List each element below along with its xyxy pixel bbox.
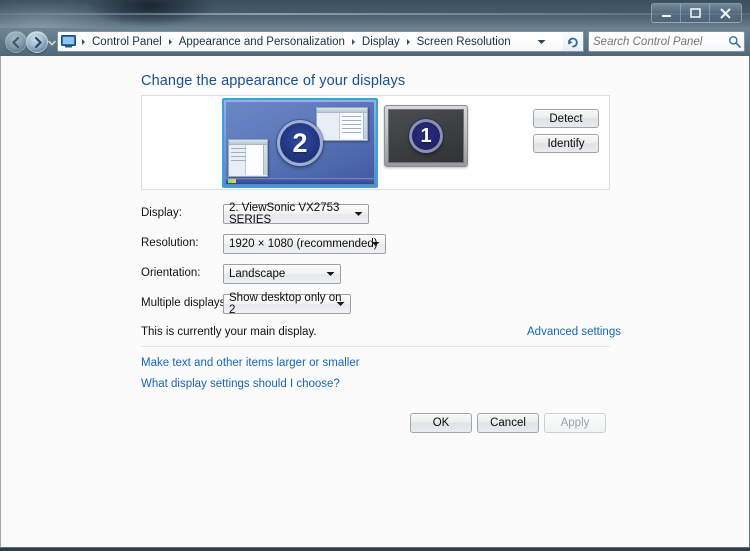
breadcrumb-display[interactable]: Display <box>359 36 403 48</box>
search-input[interactable] <box>593 33 727 50</box>
mini-window-scrollbar <box>263 145 267 175</box>
display-label: Display: <box>141 207 182 219</box>
chevron-down-icon <box>371 242 380 246</box>
monitor-1-screen: 1 <box>388 109 464 163</box>
forward-button[interactable] <box>26 31 48 53</box>
breadcrumb-address-bar[interactable]: Control Panel Appearance and Personaliza… <box>57 31 576 52</box>
monitor-2-taskbar <box>226 178 374 184</box>
search-box[interactable] <box>588 31 745 52</box>
window-titlebar[interactable] <box>0 0 750 28</box>
resolution-combo-value: 1920 × 1080 (recommended) <box>229 238 378 250</box>
maximize-icon <box>689 8 701 18</box>
address-dropdown-button[interactable] <box>532 32 550 51</box>
close-button[interactable] <box>710 4 741 22</box>
chevron-right-icon <box>168 38 172 45</box>
detect-button[interactable]: Detect <box>533 109 599 128</box>
back-arrow-icon <box>11 36 19 48</box>
chevron-down-icon <box>48 40 56 46</box>
address-toolbar: Control Panel Appearance and Personaliza… <box>0 28 750 56</box>
orientation-label: Orientation: <box>141 267 201 279</box>
breadcrumb-screen-resolution[interactable]: Screen Resolution <box>414 36 514 48</box>
display-row: Display: 2. ViewSonic VX2753 SERIES <box>141 202 381 226</box>
refresh-button[interactable] <box>563 31 584 52</box>
window-controls <box>651 3 742 23</box>
ok-button[interactable]: OK <box>410 413 472 433</box>
main-display-status: This is currently your main display. <box>141 326 317 338</box>
control-panel-icon <box>61 35 76 48</box>
cancel-button[interactable]: Cancel <box>477 413 539 433</box>
back-button[interactable] <box>5 31 27 53</box>
apply-button: Apply <box>544 413 606 433</box>
chevron-right-icon <box>351 38 355 45</box>
multiple-displays-row: Multiple displays: Show desktop only on … <box>141 292 381 316</box>
chevron-right-icon <box>82 38 85 45</box>
monitor-preview-2[interactable]: 2 <box>222 98 378 188</box>
multiple-displays-combo[interactable]: Show desktop only on 2 <box>223 292 351 316</box>
breadcrumb-separator <box>403 38 414 46</box>
orientation-combo-value: Landscape <box>229 268 286 280</box>
multiple-displays-label: Multiple displays: <box>141 297 229 309</box>
resolution-label: Resolution: <box>141 237 199 249</box>
mini-window-preview <box>228 139 268 177</box>
monitor-preview-1[interactable]: 1 <box>384 105 468 167</box>
identify-button[interactable]: Identify <box>533 134 599 153</box>
monitor-2-screen: 2 <box>226 102 374 184</box>
breadcrumb-appearance[interactable]: Appearance and Personalization <box>176 36 348 48</box>
orientation-combo[interactable]: Landscape <box>223 264 341 284</box>
chevron-down-icon <box>336 302 345 306</box>
multiple-displays-combo-value: Show desktop only on 2 <box>229 292 342 316</box>
display-preview-panel[interactable]: 2 1 Detect Identify <box>141 95 610 190</box>
chevron-down-icon <box>537 39 545 44</box>
advanced-settings-link[interactable]: Advanced settings <box>527 326 621 338</box>
content-area: Change the appearance of your displays 2… <box>0 56 750 548</box>
resolution-combo[interactable]: 1920 × 1080 (recommended) <box>223 234 386 254</box>
monitor-number-badge-2: 2 <box>277 120 323 166</box>
forward-arrow-icon <box>34 36 42 48</box>
recent-pages-button[interactable] <box>48 39 56 47</box>
maximize-button[interactable] <box>681 4 710 22</box>
breadcrumb-separator <box>165 38 176 46</box>
display-combo[interactable]: 2. ViewSonic VX2753 SERIES <box>223 202 369 226</box>
what-settings-link[interactable]: What display settings should I choose? <box>141 378 340 390</box>
breadcrumb-separator <box>348 38 359 46</box>
chevron-down-icon <box>326 272 335 276</box>
taskbar-icons <box>228 179 236 183</box>
mini-window-pane <box>229 145 265 175</box>
screen-resolution-window: Control Panel Appearance and Personaliza… <box>0 0 750 551</box>
resolution-row: Resolution: 1920 × 1080 (recommended) <box>141 234 386 254</box>
chevron-right-icon <box>406 38 410 45</box>
mini-window-content <box>339 113 367 139</box>
magnifier-icon <box>728 36 741 48</box>
minimize-icon <box>661 14 671 17</box>
search-icon[interactable] <box>727 35 741 49</box>
section-divider <box>141 346 610 347</box>
make-text-larger-link[interactable]: Make text and other items larger or smal… <box>141 357 360 369</box>
monitor-number-badge-1: 1 <box>409 119 443 153</box>
mini-window-body <box>317 113 367 139</box>
mini-window-preview <box>316 107 368 141</box>
page-title: Change the appearance of your displays <box>141 73 406 89</box>
breadcrumb-separator <box>78 38 89 46</box>
close-icon <box>720 7 731 19</box>
orientation-row: Orientation: Landscape <box>141 264 381 284</box>
minimize-button[interactable] <box>652 4 681 22</box>
display-combo-value: 2. ViewSonic VX2753 SERIES <box>229 202 340 226</box>
breadcrumb-control-panel[interactable]: Control Panel <box>89 36 165 48</box>
mini-window-scrollbar <box>363 113 367 139</box>
mini-window-content <box>246 145 267 175</box>
mini-window-body <box>229 145 267 175</box>
refresh-icon <box>568 37 578 47</box>
chevron-down-icon <box>354 212 363 216</box>
